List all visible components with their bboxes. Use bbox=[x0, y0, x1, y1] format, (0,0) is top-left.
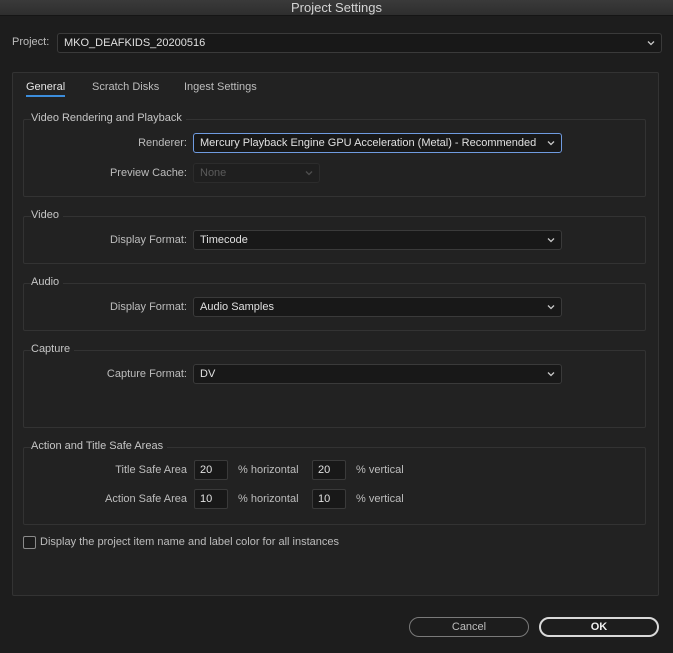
audio-display-format-dropdown[interactable]: Audio Samples bbox=[193, 297, 562, 317]
capture-format-value: DV bbox=[200, 368, 216, 380]
audio-title: Audio bbox=[31, 276, 64, 288]
capture-title: Capture bbox=[31, 343, 75, 355]
preview-cache-dropdown[interactable]: None bbox=[193, 163, 320, 183]
ok-button[interactable]: OK bbox=[539, 617, 659, 637]
audio-display-format-value: Audio Samples bbox=[200, 301, 274, 313]
safe-areas-title: Action and Title Safe Areas bbox=[31, 440, 168, 452]
tab-general[interactable]: General bbox=[26, 81, 66, 97]
action-safe-vertical-input[interactable]: 10 bbox=[312, 489, 346, 509]
chevron-down-icon bbox=[547, 370, 555, 378]
window-title: Project Settings bbox=[0, 0, 673, 16]
tab-ingest-settings[interactable]: Ingest Settings bbox=[184, 81, 257, 93]
capture-format-dropdown[interactable]: DV bbox=[193, 364, 562, 384]
preview-cache-value: None bbox=[200, 167, 227, 179]
title-safe-label: Title Safe Area bbox=[115, 464, 187, 476]
project-label: Project: bbox=[12, 36, 50, 48]
action-safe-label: Action Safe Area bbox=[105, 493, 187, 505]
chevron-down-icon bbox=[547, 236, 555, 244]
tab-scratch-disks[interactable]: Scratch Disks bbox=[92, 81, 159, 93]
project-dropdown-value: MKO_DEAFKIDS_20200516 bbox=[64, 37, 206, 49]
horizontal-unit-label: % horizontal bbox=[238, 464, 299, 476]
audio-display-format-label: Display Format: bbox=[109, 301, 187, 313]
capture-format-label: Capture Format: bbox=[106, 368, 187, 380]
vertical-unit-label: % vertical bbox=[356, 464, 404, 476]
chevron-down-icon bbox=[547, 139, 555, 147]
project-dropdown[interactable]: MKO_DEAFKIDS_20200516 bbox=[57, 33, 662, 53]
chevron-down-icon bbox=[547, 303, 555, 311]
video-display-format-dropdown[interactable]: Timecode bbox=[193, 230, 562, 250]
chevron-down-icon bbox=[305, 169, 313, 177]
video-rendering-group bbox=[23, 119, 646, 197]
capture-group bbox=[23, 350, 646, 428]
cancel-button[interactable]: Cancel bbox=[409, 617, 529, 637]
video-rendering-title: Video Rendering and Playback bbox=[31, 112, 186, 124]
preview-cache-label: Preview Cache: bbox=[109, 167, 187, 179]
video-title: Video bbox=[31, 209, 63, 221]
title-safe-vertical-input[interactable]: 20 bbox=[312, 460, 346, 480]
title-safe-horizontal-input[interactable]: 20 bbox=[194, 460, 228, 480]
project-row: Project: MKO_DEAFKIDS_20200516 bbox=[12, 33, 662, 53]
display-item-name-checkbox[interactable] bbox=[23, 536, 36, 549]
safe-areas-group bbox=[23, 447, 646, 525]
settings-panel: General Scratch Disks Ingest Settings Vi… bbox=[12, 72, 659, 596]
renderer-value: Mercury Playback Engine GPU Acceleration… bbox=[200, 137, 537, 149]
chevron-down-icon bbox=[647, 39, 655, 47]
video-display-format-value: Timecode bbox=[200, 234, 248, 246]
display-item-name-label: Display the project item name and label … bbox=[40, 536, 339, 548]
vertical-unit-label: % vertical bbox=[356, 493, 404, 505]
video-display-format-label: Display Format: bbox=[109, 234, 187, 246]
renderer-dropdown[interactable]: Mercury Playback Engine GPU Acceleration… bbox=[193, 133, 562, 153]
horizontal-unit-label: % horizontal bbox=[238, 493, 299, 505]
renderer-label: Renderer: bbox=[138, 137, 187, 149]
action-safe-horizontal-input[interactable]: 10 bbox=[194, 489, 228, 509]
